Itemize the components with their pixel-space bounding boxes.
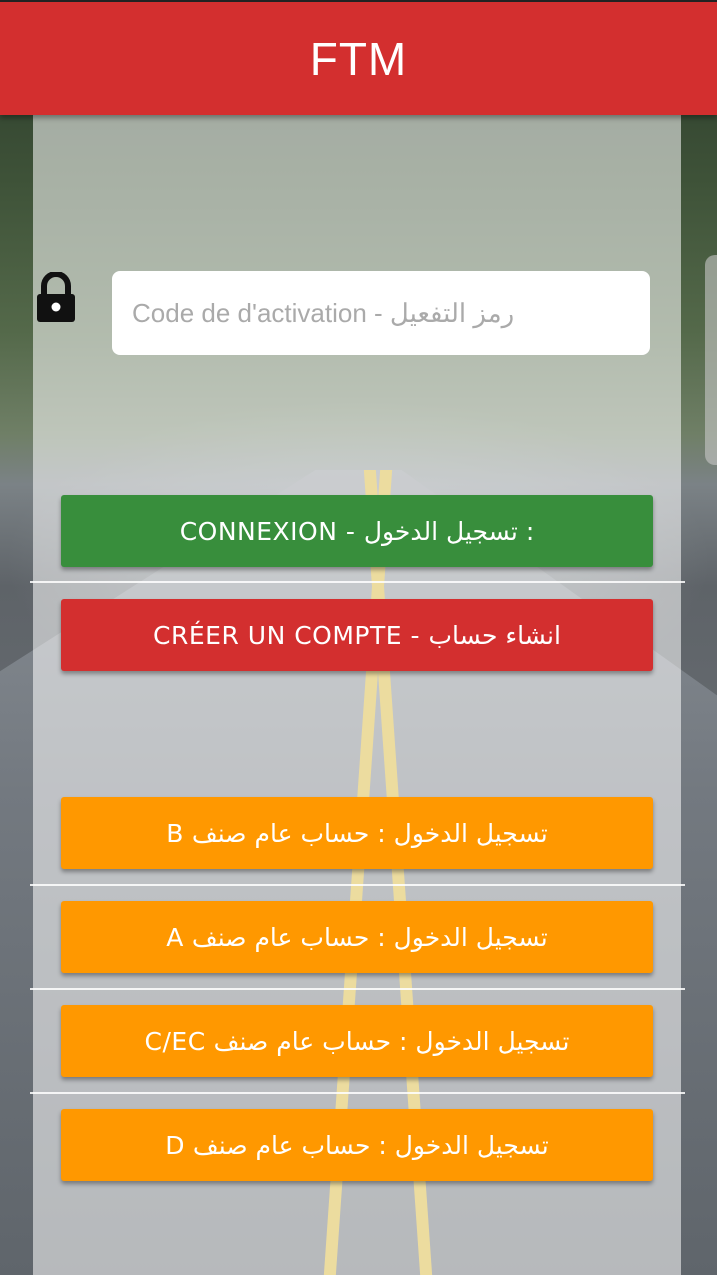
divider	[30, 581, 685, 583]
login-category-a-label: تسجيل الدخول : حساب عام صنف A	[166, 922, 548, 952]
app-title: FTM	[309, 32, 408, 85]
login-category-cec-label: تسجيل الدخول : حساب عام صنف C/EC	[144, 1026, 570, 1056]
login-category-d-label: تسجيل الدخول : حساب عام صنف D	[165, 1130, 549, 1160]
login-category-d-button[interactable]: تسجيل الدخول : حساب عام صنف D	[61, 1109, 653, 1181]
lock-icon	[35, 271, 77, 324]
divider	[30, 988, 685, 990]
connexion-button-label: CONNEXION - تسجيل الدخول :	[179, 516, 535, 546]
connexion-button[interactable]: CONNEXION - تسجيل الدخول :	[61, 495, 653, 567]
app-bar: FTM	[0, 0, 717, 115]
create-account-button-label: CRÉER UN COMPTE - انشاء حساب	[153, 620, 561, 650]
activation-code-input[interactable]	[112, 271, 650, 355]
login-category-a-button[interactable]: تسجيل الدخول : حساب عام صنف A	[61, 901, 653, 973]
login-category-cec-button[interactable]: تسجيل الدخول : حساب عام صنف C/EC	[61, 1005, 653, 1077]
login-category-b-label: تسجيل الدخول : حساب عام صنف B	[166, 818, 548, 848]
login-category-b-button[interactable]: تسجيل الدخول : حساب عام صنف B	[61, 797, 653, 869]
create-account-button[interactable]: CRÉER UN COMPTE - انشاء حساب	[61, 599, 653, 671]
divider	[30, 1092, 685, 1094]
divider	[30, 884, 685, 886]
side-drawer-handle[interactable]	[705, 255, 717, 465]
